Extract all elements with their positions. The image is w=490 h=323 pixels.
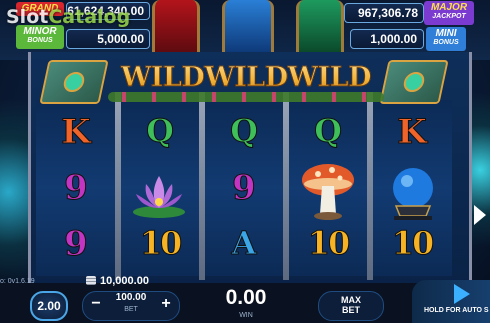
left-foliage xyxy=(0,60,28,280)
lotus-flower-icon xyxy=(128,168,190,220)
symbol-k: K xyxy=(397,112,428,153)
watermark-part2: Catalog xyxy=(48,6,131,28)
max-bet-button[interactable]: MAX BET xyxy=(318,291,384,321)
mushroom-icon xyxy=(300,160,356,222)
mini-tag-sub: BONUS xyxy=(433,39,459,46)
symbol-q: Q xyxy=(314,112,343,151)
play-icon xyxy=(454,284,470,304)
minor-jackpot-value: 5,000.00 xyxy=(97,32,144,46)
major-tag-sub: JACKPOT xyxy=(432,13,466,20)
mini-tag-text: MINI xyxy=(435,28,457,39)
major-jackpot-tag: MAJOR JACKPOT xyxy=(424,1,474,25)
symbol-9: 9 xyxy=(64,168,89,209)
max-bet-label-2: BET xyxy=(342,305,360,315)
flower-vine xyxy=(108,92,384,102)
max-bet-label-1: MAX xyxy=(341,295,361,305)
version-label: o: 0v1.6.19 xyxy=(0,278,35,285)
symbol-q: Q xyxy=(146,112,175,151)
symbol-10: 10 xyxy=(391,224,435,263)
minor-jackpot-tag: MINOR BONUS xyxy=(16,25,64,49)
portal-blue xyxy=(222,0,274,55)
hold-auto-label: HOLD FOR AUTO S xyxy=(424,307,489,314)
symbol-10: 10 xyxy=(139,224,183,263)
symbol-q: Q xyxy=(230,112,259,151)
major-jackpot-panel: 967,306.78 xyxy=(344,3,424,23)
symbol-a: A xyxy=(231,224,257,263)
symbol-k: K xyxy=(61,112,92,153)
coin-stack-icon xyxy=(86,276,96,285)
mini-jackpot-value: 1,000.00 xyxy=(370,32,417,46)
minor-jackpot-panel: 5,000.00 xyxy=(66,29,150,49)
bet-increase-button[interactable]: + xyxy=(156,292,176,316)
mini-jackpot-panel: 1,000.00 xyxy=(350,29,424,49)
spellbook-right-icon xyxy=(379,60,449,104)
minor-tag-sub: BONUS xyxy=(27,37,53,44)
symbol-10: 10 xyxy=(307,224,351,263)
win-value: 0.00 xyxy=(225,286,267,309)
right-scroll-arrow-icon[interactable] xyxy=(474,205,486,225)
bet-label: BET xyxy=(124,306,138,313)
spellbook-left-icon xyxy=(39,60,109,104)
major-jackpot-value: 967,306.78 xyxy=(357,6,418,20)
speed-button[interactable]: 2.00 xyxy=(30,291,68,321)
balance-value: 10,000.00 xyxy=(100,275,149,287)
watermark-logo: SlotCatalog xyxy=(6,6,130,28)
major-tag-text: MAJOR xyxy=(430,2,468,13)
speed-label: 2.00 xyxy=(37,299,61,313)
win-label: WIN xyxy=(239,312,253,319)
crystal-ball-icon xyxy=(388,164,438,222)
spin-button[interactable]: HOLD FOR AUTO S xyxy=(412,280,490,323)
portal-green xyxy=(296,0,344,55)
watermark-part1: Slot xyxy=(6,6,49,28)
symbol-9: 9 xyxy=(64,224,89,265)
mini-jackpot-tag: MINI BONUS xyxy=(426,27,466,51)
bet-value: 100.00 xyxy=(115,292,147,303)
bet-decrease-button[interactable]: − xyxy=(86,292,106,316)
portal-red xyxy=(152,0,200,55)
symbol-9: 9 xyxy=(232,168,257,209)
